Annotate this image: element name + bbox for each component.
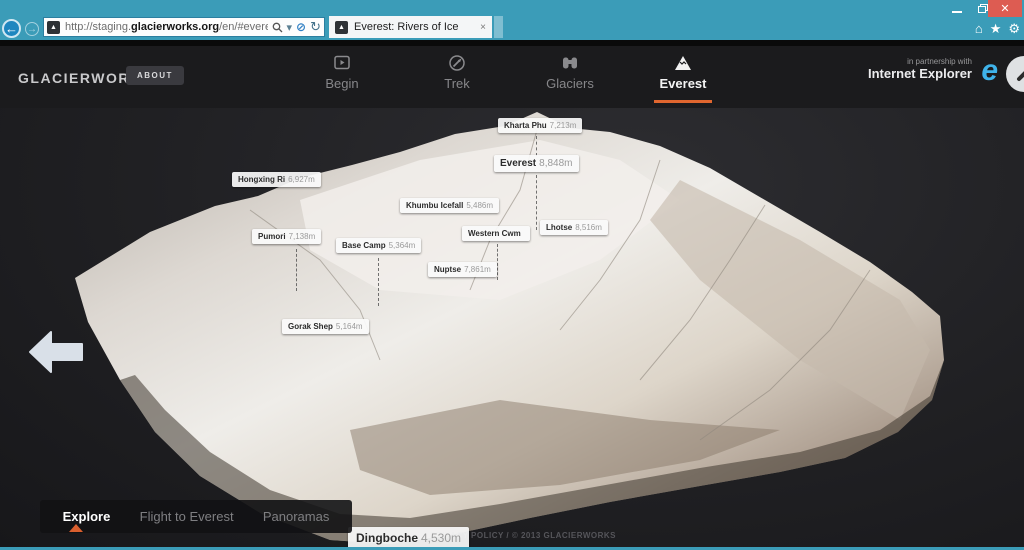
map-label-hongxing-ri[interactable]: Hongxing Ri6,927m: [232, 172, 321, 187]
nav-item-begin[interactable]: Begin: [287, 54, 397, 91]
compass-icon: [447, 54, 467, 72]
label-leader-line: [296, 249, 297, 291]
tab-favicon: ▲: [335, 21, 348, 34]
map-label-dingboche[interactable]: Dingboche4,530m: [348, 527, 469, 549]
back-arrow-icon: ←: [5, 21, 18, 36]
url-text[interactable]: http://staging.glacierworks.org/en/#ever…: [65, 21, 268, 33]
site-favicon: ▲: [47, 21, 60, 34]
internet-explorer-logo-icon: e: [981, 56, 998, 86]
mode-tabs-bar: Explore Flight to Everest Panoramas: [40, 500, 352, 533]
label-leader-line: [378, 258, 379, 306]
refresh-icon[interactable]: ↻: [310, 19, 321, 35]
tab-title: Everest: Rivers of Ice: [354, 21, 476, 33]
map-label-kharta-phu[interactable]: Kharta Phu7,213m: [498, 118, 582, 133]
tracking-block-icon[interactable]: ⊘: [296, 20, 306, 34]
close-button[interactable]: ✕: [988, 0, 1022, 17]
tab-panoramas[interactable]: Panoramas: [263, 509, 329, 524]
nav-item-glaciers[interactable]: Glaciers: [515, 54, 625, 91]
nav-label: Trek: [444, 76, 470, 91]
wrench-icon: [1015, 65, 1024, 83]
map-label-gorak-shep[interactable]: Gorak Shep5,164m: [282, 319, 369, 334]
chrome-toolbar: ⌂ ★ ⚙: [975, 21, 1020, 37]
active-tab-marker: [69, 524, 83, 532]
mountain-icon: [672, 54, 694, 72]
forward-button[interactable]: →: [25, 22, 39, 36]
tools-wrench-button[interactable]: [1006, 56, 1024, 92]
map-label-nuptse[interactable]: Nuptse7,861m: [428, 262, 497, 277]
restore-icon: [978, 4, 988, 13]
map-label-western-cwm[interactable]: Western Cwm: [462, 226, 530, 241]
site-navbar: GLACIERWORKS ABOUT Begin Trek Glaciers E…: [0, 46, 1024, 108]
label-leader-line: [497, 244, 498, 280]
nav-item-everest[interactable]: Everest: [628, 54, 738, 91]
forward-arrow-icon: →: [27, 24, 37, 35]
active-tab-underline: [654, 100, 712, 103]
nav-label: Begin: [325, 76, 358, 91]
left-arrow-icon: [30, 332, 82, 372]
partnership-tagline: in partnership with: [868, 57, 972, 66]
address-bar[interactable]: ▲ http://staging.glacierworks.org/en/#ev…: [43, 17, 325, 37]
nav-label: Everest: [660, 76, 707, 91]
map-label-everest[interactable]: Everest8,848m: [494, 155, 579, 172]
binoculars-icon: [560, 54, 580, 72]
play-icon: [332, 54, 352, 72]
home-icon[interactable]: ⌂: [975, 21, 983, 37]
new-tab-button[interactable]: [494, 16, 503, 38]
partnership-block: in partnership with Internet Explorer: [868, 57, 972, 81]
back-button[interactable]: ←: [2, 19, 21, 38]
partnership-brand: Internet Explorer: [868, 66, 972, 81]
minimize-button[interactable]: [944, 0, 970, 17]
previous-view-arrow-button[interactable]: [28, 330, 84, 374]
address-dropdown-caret-icon[interactable]: ▾: [287, 21, 293, 34]
label-leader-line: [536, 136, 537, 156]
tab-close-icon[interactable]: ×: [480, 22, 486, 33]
settings-gear-icon[interactable]: ⚙: [1008, 21, 1020, 37]
search-icon[interactable]: [272, 22, 283, 33]
browser-tab[interactable]: ▲ Everest: Rivers of Ice ×: [329, 16, 492, 38]
browser-chrome: ✕ ← → ▲ http://staging.glacierworks.org/…: [0, 0, 1024, 40]
favorites-star-icon[interactable]: ★: [990, 21, 1002, 37]
tab-explore[interactable]: Explore: [63, 509, 111, 524]
tab-flight-to-everest[interactable]: Flight to Everest: [140, 509, 234, 524]
map-label-lhotse[interactable]: Lhotse8,516m: [540, 220, 608, 235]
map-label-pumori[interactable]: Pumori7,138m: [252, 229, 321, 244]
map-label-base-camp[interactable]: Base Camp5,364m: [336, 238, 421, 253]
close-icon: ✕: [1000, 2, 1009, 15]
map-label-khumbu-icefall[interactable]: Khumbu Icefall5,486m: [400, 198, 499, 213]
minimize-icon: [952, 11, 962, 13]
nav-label: Glaciers: [546, 76, 594, 91]
label-leader-line: [536, 175, 537, 230]
about-button[interactable]: ABOUT: [126, 66, 184, 85]
screen: ✕ ← → ▲ http://staging.glacierworks.org/…: [0, 0, 1024, 550]
nav-item-trek[interactable]: Trek: [402, 54, 512, 91]
